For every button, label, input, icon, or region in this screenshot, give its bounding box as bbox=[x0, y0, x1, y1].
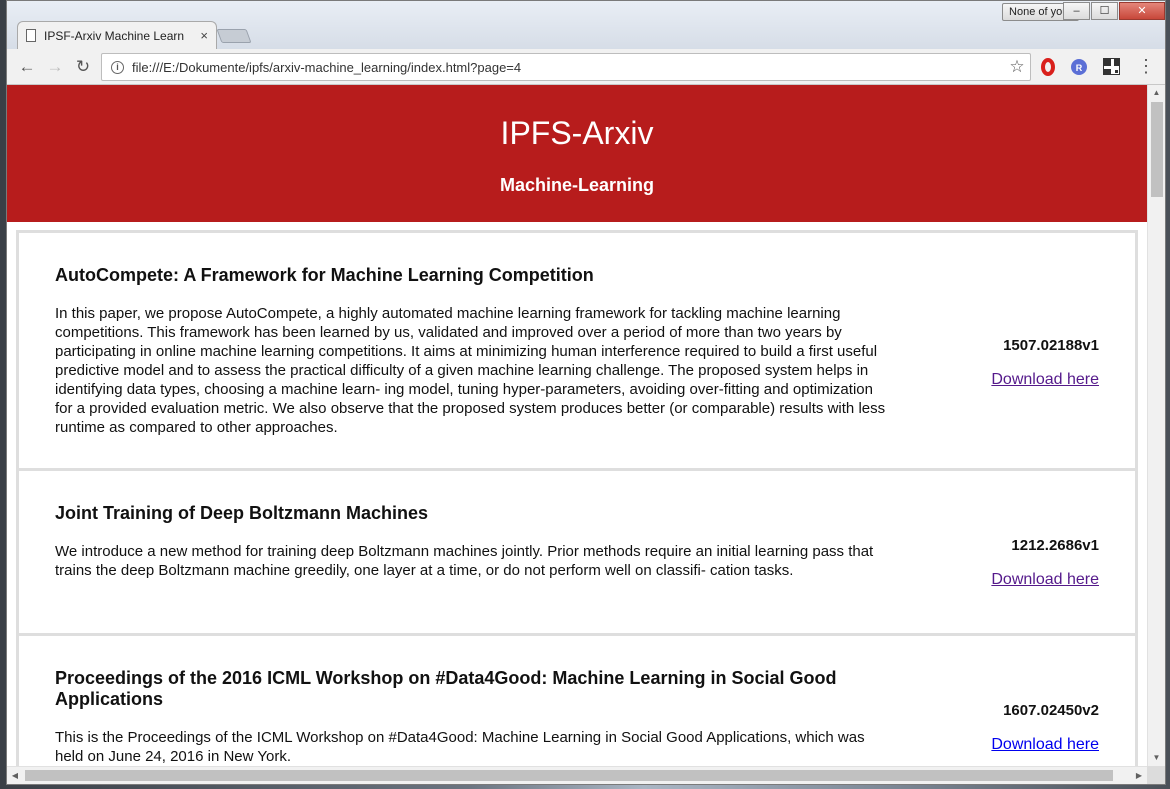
browser-tab[interactable]: IPSF-Arxiv Machine Learn × bbox=[17, 21, 217, 49]
browser-menu-icon[interactable]: ⋮ bbox=[1137, 57, 1155, 75]
new-tab-button[interactable] bbox=[216, 29, 252, 43]
maximize-button[interactable]: ☐ bbox=[1091, 2, 1118, 20]
page-viewport: IPFS-Arxiv Machine-Learning AutoCompete:… bbox=[7, 85, 1147, 766]
tab-title: IPSF-Arxiv Machine Learn bbox=[44, 28, 185, 43]
forward-button[interactable]: → bbox=[43, 55, 67, 79]
paper-abstract: We introduce a new method for training d… bbox=[55, 543, 874, 579]
back-button[interactable]: ← bbox=[15, 55, 39, 79]
scroll-left-icon[interactable]: ◀ bbox=[7, 767, 23, 784]
site-header: IPFS-Arxiv Machine-Learning bbox=[7, 85, 1147, 222]
browser-toolbar: ← → ↻ i file:///E:/Dokumente/ipfs/arxiv-… bbox=[7, 49, 1165, 85]
paper-title: AutoCompete: A Framework for Machine Lea… bbox=[55, 265, 594, 285]
scroll-right-icon[interactable]: ▶ bbox=[1131, 767, 1147, 784]
paper-card: Joint Training of Deep Boltzmann Machine… bbox=[16, 471, 1138, 636]
horizontal-scroll-thumb[interactable] bbox=[25, 770, 1113, 781]
document-icon bbox=[26, 29, 36, 42]
minimize-button[interactable]: – bbox=[1063, 2, 1090, 20]
paper-title: Joint Training of Deep Boltzmann Machine… bbox=[55, 503, 429, 523]
paper-list: AutoCompete: A Framework for Machine Lea… bbox=[16, 230, 1138, 766]
download-link[interactable]: Download here bbox=[991, 736, 1099, 754]
download-link[interactable]: Download here bbox=[991, 371, 1099, 389]
site-subtitle: Machine-Learning bbox=[499, 175, 655, 195]
bookmark-star-icon[interactable]: ☆ bbox=[1004, 57, 1030, 77]
title-bar: None of your – ☐ ✕ IPSF-Arxiv Machine Le… bbox=[7, 1, 1165, 49]
arxiv-id: 1607.02450v2 bbox=[1003, 702, 1099, 719]
url-text[interactable]: file:///E:/Dokumente/ipfs/arxiv-machine_… bbox=[132, 60, 1004, 75]
close-window-button[interactable]: ✕ bbox=[1119, 2, 1165, 20]
r-extension-icon[interactable]: R bbox=[1071, 59, 1087, 75]
paper-card: Proceedings of the 2016 ICML Workshop on… bbox=[16, 636, 1138, 766]
reload-button[interactable]: ↻ bbox=[71, 55, 95, 79]
info-icon[interactable]: i bbox=[111, 60, 124, 74]
horizontal-scrollbar[interactable]: ◀ ▶ bbox=[7, 766, 1147, 784]
paper-card: AutoCompete: A Framework for Machine Lea… bbox=[16, 230, 1138, 471]
arxiv-id: 1212.2686v1 bbox=[1011, 537, 1099, 554]
scroll-down-icon[interactable]: ▼ bbox=[1148, 750, 1165, 766]
site-title: IPFS-Arxiv bbox=[500, 115, 654, 151]
vertical-scroll-thumb[interactable] bbox=[1151, 102, 1163, 197]
opera-extension-icon[interactable] bbox=[1041, 58, 1055, 76]
tab-close-icon[interactable]: × bbox=[200, 28, 208, 43]
browser-window: None of your – ☐ ✕ IPSF-Arxiv Machine Le… bbox=[6, 0, 1166, 785]
download-link[interactable]: Download here bbox=[991, 571, 1099, 589]
scrollbar-corner bbox=[1147, 766, 1165, 784]
paper-abstract: This is the Proceedings of the ICML Work… bbox=[55, 729, 865, 765]
window-controls: – ☐ ✕ bbox=[1062, 2, 1165, 20]
arxiv-id: 1507.02188v1 bbox=[1003, 337, 1099, 354]
vertical-scrollbar[interactable]: ▲ ▼ bbox=[1147, 85, 1165, 766]
paper-abstract: In this paper, we propose AutoCompete, a… bbox=[55, 305, 886, 436]
paper-title: Proceedings of the 2016 ICML Workshop on… bbox=[55, 668, 837, 709]
qr-code-extension-icon[interactable] bbox=[1103, 58, 1120, 75]
address-bar[interactable]: i file:///E:/Dokumente/ipfs/arxiv-machin… bbox=[101, 53, 1031, 81]
scroll-up-icon[interactable]: ▲ bbox=[1148, 85, 1165, 101]
